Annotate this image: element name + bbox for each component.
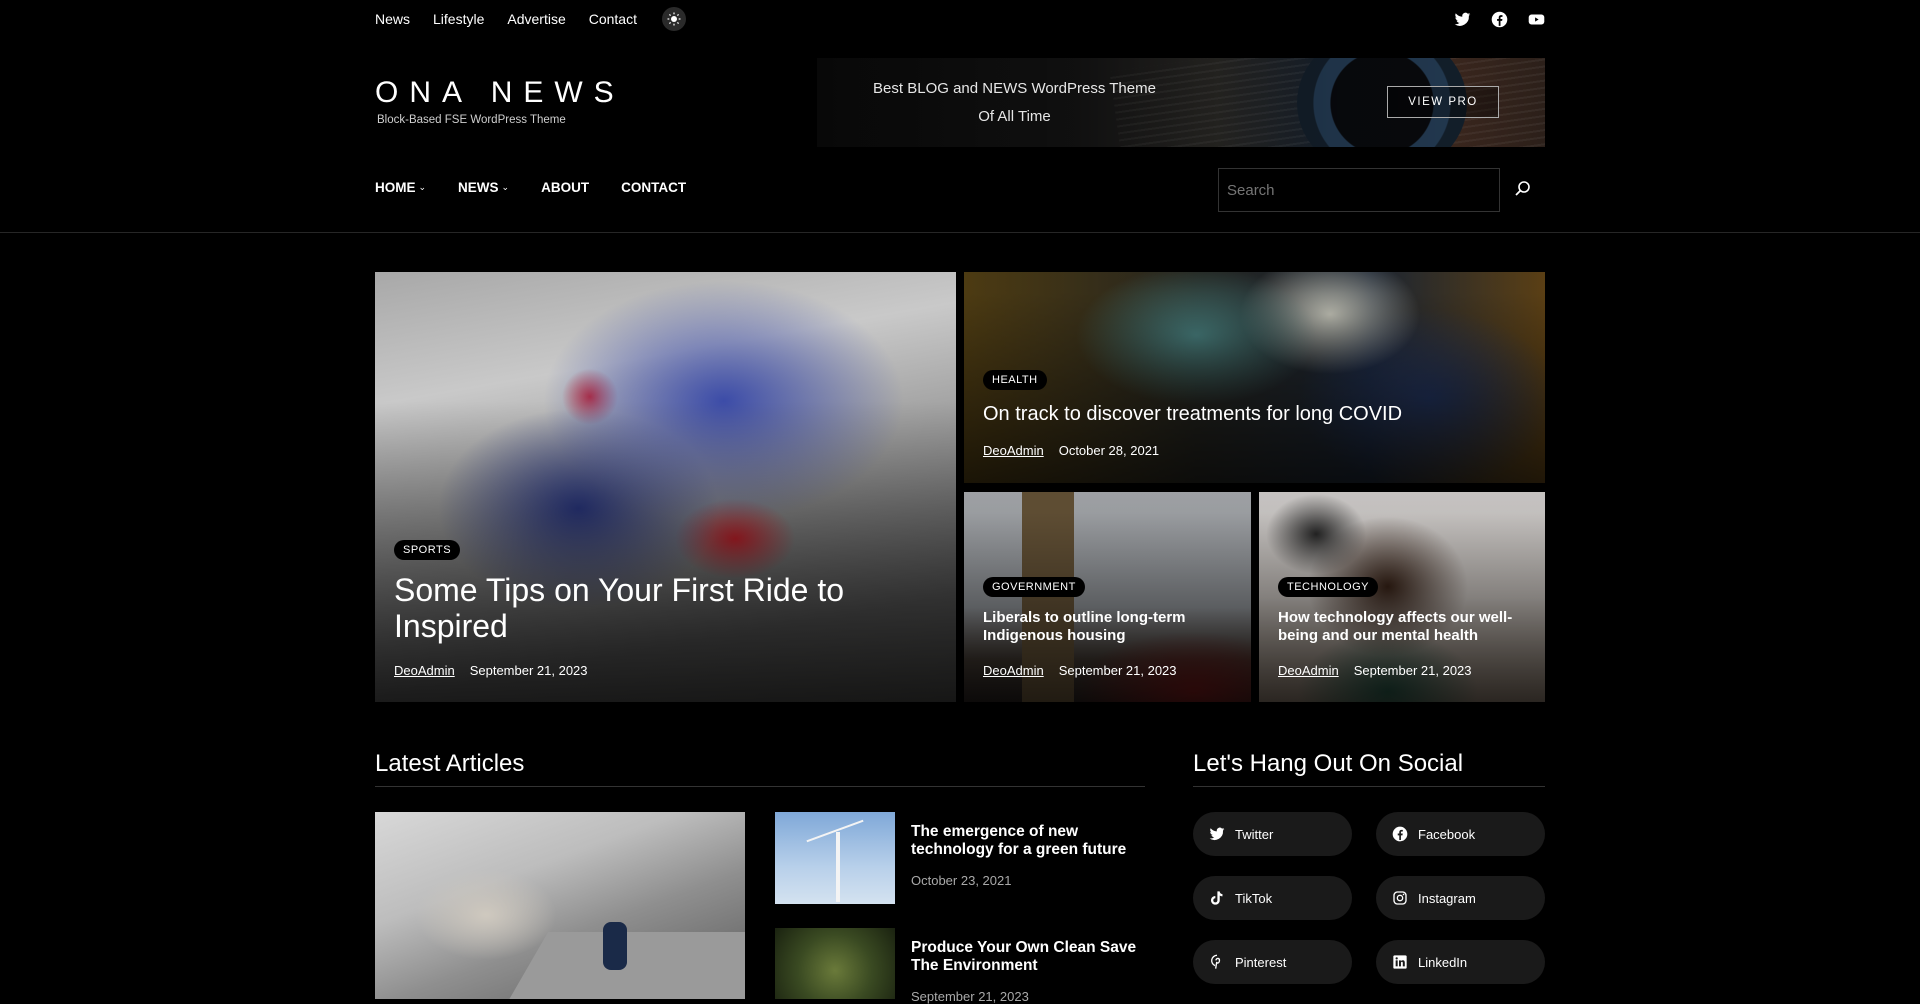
latest-articles-heading: Latest Articles	[375, 750, 525, 777]
wind-turbine-thumbnail[interactable]	[775, 812, 895, 904]
search-input[interactable]	[1218, 168, 1500, 212]
social-facebook-button[interactable]: Facebook	[1376, 812, 1545, 856]
post-date: October 28, 2021	[1058, 443, 1160, 458]
social-linkedin-button[interactable]: LinkedIn	[1376, 940, 1545, 984]
card-meta: DeoAdmin September 21, 2023	[983, 663, 1177, 678]
author-link[interactable]: DeoAdmin	[983, 663, 1044, 678]
site-header: ONA NEWS Block-Based FSE WordPress Theme…	[375, 58, 1545, 148]
author-link[interactable]: DeoAdmin	[394, 663, 455, 678]
top-nav: News Lifestyle Advertise Contact	[375, 7, 686, 31]
article-date: October 23, 2021	[911, 873, 1012, 888]
category-badge[interactable]: GOVERNMENT	[983, 577, 1085, 597]
header-divider	[0, 232, 1920, 233]
featured-card-sports[interactable]: SPORTS Some Tips on Your First Ride to I…	[375, 272, 956, 702]
category-badge[interactable]: SPORTS	[394, 540, 461, 560]
top-social-links	[1454, 11, 1545, 28]
pinterest-icon	[1209, 954, 1225, 970]
main-menu: HOME ⌄ NEWS ⌄ ABOUT CONTACT	[375, 180, 718, 195]
chevron-down-icon: ⌄	[501, 182, 510, 192]
card-meta: DeoAdmin September 21, 2023	[1278, 663, 1472, 678]
menu-item-news[interactable]: NEWS ⌄	[458, 180, 509, 195]
post-date: September 21, 2023	[1353, 663, 1472, 678]
chevron-down-icon: ⌄	[418, 182, 427, 192]
site-tagline: Block-Based FSE WordPress Theme	[377, 114, 566, 126]
top-nav-contact[interactable]: Contact	[589, 11, 637, 27]
menu-item-contact[interactable]: CONTACT	[621, 180, 686, 195]
promo-text: Best BLOG and NEWS WordPress Theme Of Al…	[873, 80, 1156, 125]
social-pinterest-button[interactable]: Pinterest	[1193, 940, 1352, 984]
facebook-icon	[1392, 826, 1408, 842]
post-date: September 21, 2023	[469, 663, 588, 678]
article-title[interactable]: The emergence of new technology for a gr…	[911, 823, 1151, 859]
post-date: September 21, 2023	[1058, 663, 1177, 678]
view-pro-button[interactable]: VIEW PRO	[1387, 86, 1499, 118]
youtube-icon[interactable]	[1528, 11, 1545, 28]
globe-thumbnail[interactable]	[775, 928, 895, 999]
main-nav: HOME ⌄ NEWS ⌄ ABOUT CONTACT	[375, 166, 1545, 212]
theme-toggle-sun-icon[interactable]	[661, 7, 686, 31]
article-date: September 21, 2023	[911, 989, 1029, 1004]
featured-card-government[interactable]: GOVERNMENT Liberals to outline long-term…	[964, 492, 1251, 702]
card-title[interactable]: Liberals to outline long-term Indigenous…	[983, 609, 1233, 645]
author-link[interactable]: DeoAdmin	[983, 443, 1044, 458]
card-title[interactable]: On track to discover treatments for long…	[983, 402, 1523, 426]
social-tiktok-button[interactable]: TikTok	[1193, 876, 1352, 920]
section-rule	[1193, 786, 1545, 787]
top-nav-advertise[interactable]: Advertise	[507, 11, 565, 27]
promo-banner: Best BLOG and NEWS WordPress Theme Of Al…	[817, 58, 1545, 147]
menu-item-about[interactable]: ABOUT	[541, 180, 589, 195]
card-meta: DeoAdmin September 21, 2023	[394, 663, 588, 678]
featured-card-health[interactable]: HEALTH On track to discover treatments f…	[964, 272, 1545, 483]
instagram-icon	[1392, 890, 1408, 906]
site-logo[interactable]: ONA NEWS	[375, 76, 625, 110]
category-badge[interactable]: HEALTH	[983, 370, 1047, 390]
featured-card-technology[interactable]: TECHNOLOGY How technology affects our we…	[1259, 492, 1545, 702]
card-title[interactable]: Some Tips on Your First Ride to Inspired	[394, 572, 914, 644]
facebook-icon[interactable]	[1491, 11, 1508, 28]
social-twitter-button[interactable]: Twitter	[1193, 812, 1352, 856]
social-instagram-button[interactable]: Instagram	[1376, 876, 1545, 920]
social-heading: Let's Hang Out On Social	[1193, 750, 1464, 777]
top-nav-news[interactable]: News	[375, 11, 410, 27]
cyclist-image[interactable]	[375, 812, 745, 999]
card-meta: DeoAdmin October 28, 2021	[983, 443, 1159, 458]
featured-grid: SPORTS Some Tips on Your First Ride to I…	[375, 272, 1545, 702]
category-badge[interactable]: TECHNOLOGY	[1278, 577, 1379, 597]
card-title[interactable]: How technology affects our well-being an…	[1278, 609, 1533, 645]
linkedin-icon	[1392, 954, 1408, 970]
search-icon[interactable]	[1513, 179, 1535, 201]
article-title[interactable]: Produce Your Own Clean Save The Environm…	[911, 939, 1151, 975]
section-rule	[375, 786, 1145, 787]
tiktok-icon	[1209, 890, 1225, 906]
top-nav-lifestyle[interactable]: Lifestyle	[433, 11, 484, 27]
author-link[interactable]: DeoAdmin	[1278, 663, 1339, 678]
twitter-icon[interactable]	[1454, 11, 1471, 28]
top-bar: News Lifestyle Advertise Contact	[375, 0, 1545, 38]
twitter-icon	[1209, 826, 1225, 842]
menu-item-home[interactable]: HOME ⌄	[375, 180, 426, 195]
